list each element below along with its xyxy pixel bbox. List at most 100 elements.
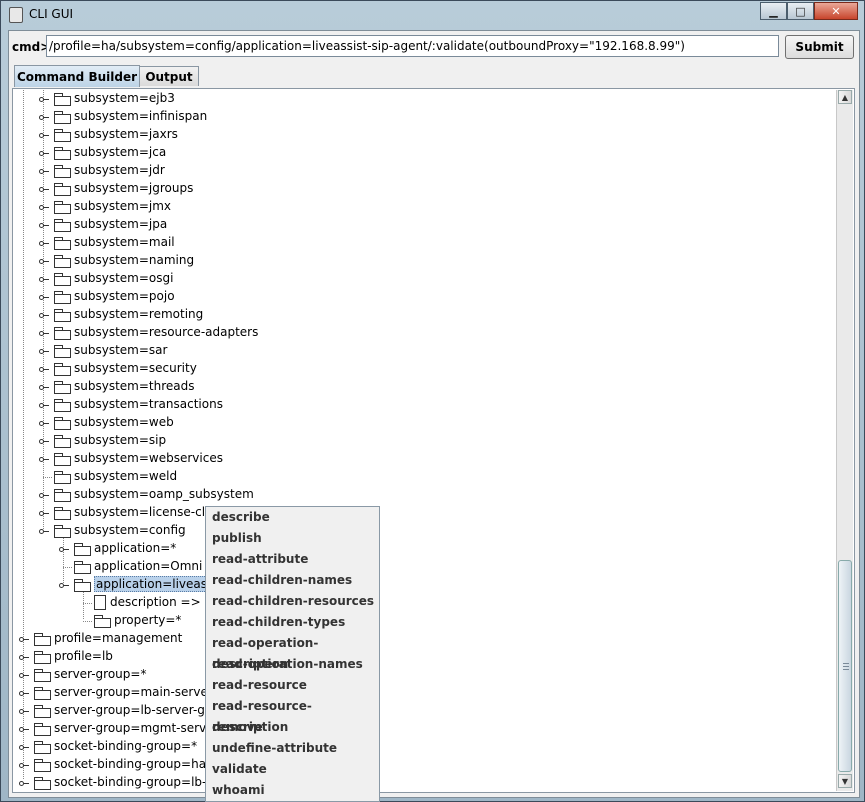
menu-item-remove[interactable]: remove xyxy=(206,717,379,738)
tree-node-subsystem[interactable]: subsystem=weld xyxy=(54,469,177,487)
menu-item-describe[interactable]: describe xyxy=(206,507,379,528)
expand-handle-icon[interactable] xyxy=(39,241,49,247)
expand-handle-icon[interactable] xyxy=(39,151,49,157)
tree-node-subsystem[interactable]: subsystem=remoting xyxy=(54,307,203,325)
expand-handle-icon[interactable] xyxy=(19,781,29,787)
tree-node-subsystem[interactable]: subsystem=mail xyxy=(54,235,175,253)
expand-handle-icon[interactable] xyxy=(19,709,29,715)
tree-node-subsystem[interactable]: subsystem=pojo xyxy=(54,289,175,307)
expand-handle-icon[interactable] xyxy=(39,457,49,463)
tree-node-subsystem[interactable]: subsystem=oamp_subsystem xyxy=(54,487,254,505)
tree-node-application[interactable]: application=Omni Ch xyxy=(74,559,222,577)
expand-handle-icon[interactable] xyxy=(39,529,49,535)
tree-node-application[interactable]: application=liveassis xyxy=(74,576,225,595)
menu-item-read-resource-description[interactable]: read-resource-description xyxy=(206,696,379,734)
tree-node-subsystem[interactable]: subsystem=webservices xyxy=(54,451,223,469)
expand-handle-icon[interactable] xyxy=(39,133,49,139)
expand-handle-icon[interactable] xyxy=(39,97,49,103)
minimize-button[interactable]: ▁ xyxy=(760,2,787,20)
tree-node-subsystem[interactable]: subsystem=jdr xyxy=(54,163,165,181)
scroll-thumb[interactable] xyxy=(838,560,852,772)
tree-node-subsystem[interactable]: subsystem=resource-adapters xyxy=(54,325,258,343)
tree-node-subsystem[interactable]: subsystem=config xyxy=(54,523,186,541)
expand-handle-icon[interactable] xyxy=(19,673,29,679)
expand-handle-icon[interactable] xyxy=(39,223,49,229)
expand-handle-icon[interactable] xyxy=(19,727,29,733)
expand-handle-icon[interactable] xyxy=(39,493,49,499)
expand-handle-icon[interactable] xyxy=(19,691,29,697)
tab-command-builder[interactable]: Command Builder xyxy=(14,65,140,87)
menu-item-publish[interactable]: publish xyxy=(206,528,379,549)
command-input[interactable] xyxy=(46,35,779,57)
tree-node-root[interactable]: server-group=* xyxy=(34,667,146,685)
tree-node-subsystem[interactable]: subsystem=jaxrs xyxy=(54,127,178,145)
tree-node-subsystem[interactable]: subsystem=jca xyxy=(54,145,166,163)
menu-item-read-children-resources[interactable]: read-children-resources xyxy=(206,591,379,612)
tree-node-subsystem[interactable]: subsystem=naming xyxy=(54,253,194,271)
expand-handle-icon[interactable] xyxy=(39,295,49,301)
tree-node-child[interactable]: property=* xyxy=(94,613,181,631)
tree-node-root[interactable]: socket-binding-group=* xyxy=(34,739,197,757)
tree-node-root[interactable]: socket-binding-group=lb-so xyxy=(34,775,220,791)
expand-handle-icon[interactable] xyxy=(39,439,49,445)
tree-node-subsystem[interactable]: subsystem=sip xyxy=(54,433,166,451)
tree-node-subsystem[interactable]: subsystem=sar xyxy=(54,343,167,361)
expand-handle-icon[interactable] xyxy=(39,259,49,265)
menu-item-validate[interactable]: validate xyxy=(206,759,379,780)
expand-handle-icon[interactable] xyxy=(39,187,49,193)
tree-node-root[interactable]: server-group=lb-server-grou xyxy=(34,703,225,721)
scroll-up-button[interactable]: ▲ xyxy=(838,90,852,104)
vertical-scrollbar[interactable]: ▲ ▼ xyxy=(836,90,853,791)
expand-handle-icon[interactable] xyxy=(39,169,49,175)
tree-node-subsystem[interactable]: subsystem=security xyxy=(54,361,197,379)
submit-button[interactable]: Submit xyxy=(785,35,854,59)
menu-item-read-children-names[interactable]: read-children-names xyxy=(206,570,379,591)
tree-node-subsystem[interactable]: subsystem=license-clie xyxy=(54,505,216,523)
menu-item-read-operation-names[interactable]: read-operation-names xyxy=(206,654,379,675)
expand-handle-icon[interactable] xyxy=(19,655,29,661)
expand-handle-icon[interactable] xyxy=(39,331,49,337)
tree-node-subsystem[interactable]: subsystem=jpa xyxy=(54,217,167,235)
tree-node-subsystem[interactable]: subsystem=transactions xyxy=(54,397,223,415)
maximize-button[interactable]: □ xyxy=(787,2,814,20)
expand-handle-icon[interactable] xyxy=(59,547,69,553)
menu-item-read-attribute[interactable]: read-attribute xyxy=(206,549,379,570)
tree-node-subsystem[interactable]: subsystem=jmx xyxy=(54,199,171,217)
tree-node-root[interactable]: server-group=main-server-g xyxy=(34,685,224,703)
tree-node-application[interactable]: application=* xyxy=(74,541,176,559)
title-bar[interactable]: CLI GUI ▁ □ ✕ xyxy=(1,1,864,29)
menu-item-whoami[interactable]: whoami xyxy=(206,780,379,801)
expand-handle-icon[interactable] xyxy=(39,403,49,409)
tree-node-subsystem[interactable]: subsystem=infinispan xyxy=(54,109,207,127)
tree-node-root[interactable]: profile=lb xyxy=(34,649,113,667)
scroll-down-button[interactable]: ▼ xyxy=(838,774,852,788)
tree-node-child[interactable]: description => liv xyxy=(94,595,218,613)
menu-item-read-operation-description[interactable]: read-operation-description xyxy=(206,633,379,671)
tree-node-subsystem[interactable]: subsystem=web xyxy=(54,415,174,433)
expand-handle-icon[interactable] xyxy=(19,763,29,769)
menu-item-undefine-attribute[interactable]: undefine-attribute xyxy=(206,738,379,759)
tree-node-subsystem[interactable]: subsystem=jgroups xyxy=(54,181,193,199)
tree-node-subsystem[interactable]: subsystem=threads xyxy=(54,379,195,397)
tab-output[interactable]: Output xyxy=(139,66,199,86)
menu-item-read-children-types[interactable]: read-children-types xyxy=(206,612,379,633)
tree-node-root[interactable]: server-group=mgmt-server- xyxy=(34,721,222,739)
tree-node-subsystem[interactable]: subsystem=osgi xyxy=(54,271,173,289)
expand-handle-icon[interactable] xyxy=(39,367,49,373)
expand-handle-icon[interactable] xyxy=(39,385,49,391)
expand-handle-icon[interactable] xyxy=(19,745,29,751)
tree-node-root[interactable]: profile=management xyxy=(34,631,182,649)
tree-node-root[interactable]: socket-binding-group=ha-so xyxy=(34,757,224,775)
expand-handle-icon[interactable] xyxy=(19,637,29,643)
expand-handle-icon[interactable] xyxy=(39,349,49,355)
close-button[interactable]: ✕ xyxy=(814,2,858,20)
expand-handle-icon[interactable] xyxy=(39,205,49,211)
tree-node-subsystem[interactable]: subsystem=ejb3 xyxy=(54,91,175,109)
expand-handle-icon[interactable] xyxy=(39,277,49,283)
menu-item-read-resource[interactable]: read-resource xyxy=(206,675,379,696)
expand-handle-icon[interactable] xyxy=(39,313,49,319)
expand-handle-icon[interactable] xyxy=(39,421,49,427)
expand-handle-icon[interactable] xyxy=(59,583,69,589)
expand-handle-icon[interactable] xyxy=(39,511,49,517)
resource-tree[interactable]: subsystem=ejb3 subsystem=infinispan subsys… xyxy=(14,90,836,791)
